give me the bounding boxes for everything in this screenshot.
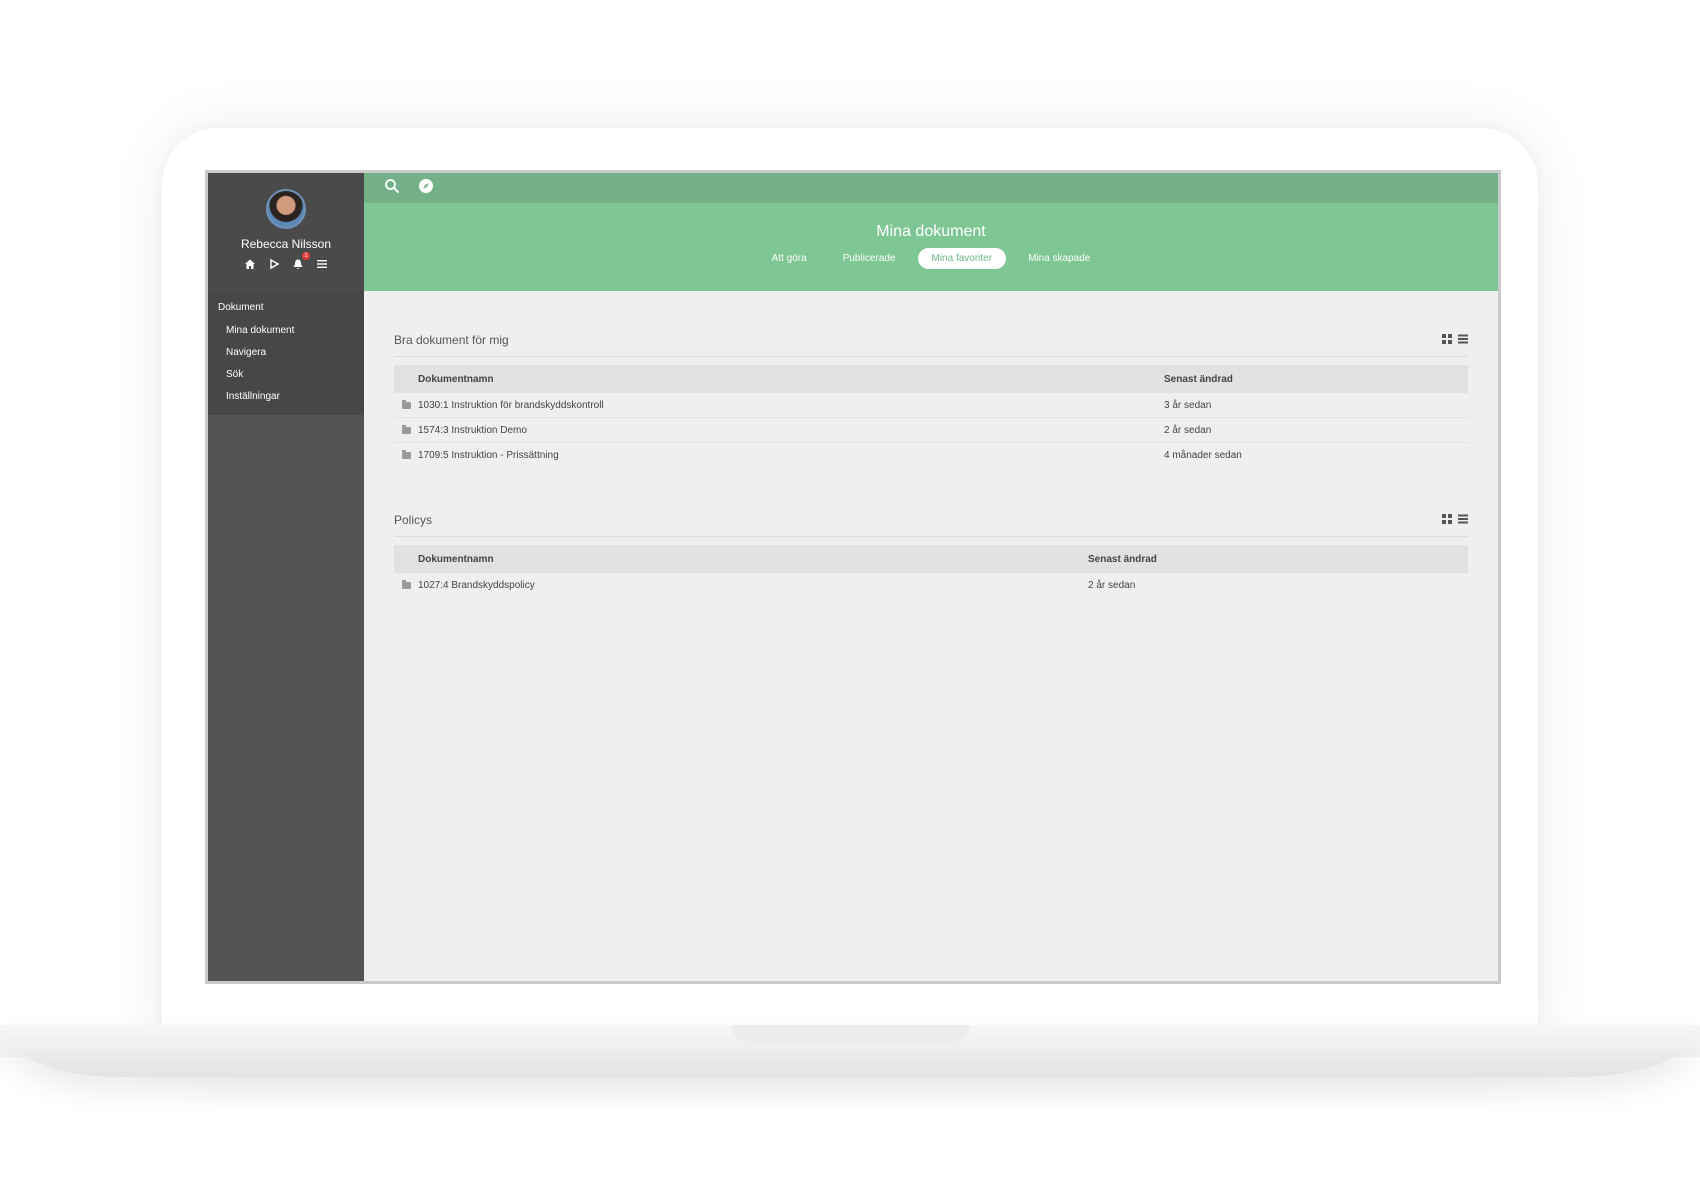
folder-icon [401, 399, 411, 409]
doc-modified: 3 år sedan [1164, 399, 1212, 411]
grid-view-icon[interactable] [1442, 331, 1452, 349]
section-header: Bra dokument för mig [394, 331, 1468, 357]
content: Bra dokument för mig Dokumentnamn Senast… [364, 291, 1498, 597]
table-body: 1030:1 Instruktion för brandskyddskontro… [394, 393, 1468, 467]
nav-section-dokument: Dokument Mina dokument Navigera Sök Inst… [208, 291, 364, 415]
column-header-modified[interactable]: Senast ändrad [1088, 554, 1157, 565]
main-area: Mina dokument Att göra Publicerade Mina … [364, 173, 1498, 981]
column-header-name[interactable]: Dokumentnamn [418, 554, 1088, 565]
doc-name[interactable]: 1027:4 Brandskyddspolicy [418, 580, 1088, 591]
table-header: Dokumentnamn Senast ändrad [394, 365, 1468, 393]
section-bra-dokument: Bra dokument för mig Dokumentnamn Senast… [394, 331, 1468, 467]
view-toggle [1442, 511, 1468, 529]
folder-icon [401, 579, 411, 589]
tab-bar: Att göra Publicerade Mina favoriter Mina… [758, 248, 1105, 269]
section-header: Policys [394, 511, 1468, 537]
tab-publicerade[interactable]: Publicerade [829, 248, 910, 269]
tab-att-gora[interactable]: Att göra [758, 248, 821, 269]
doc-modified: 4 månader sedan [1164, 449, 1242, 461]
play-icon[interactable] [267, 257, 281, 271]
nav-section-title[interactable]: Dokument [208, 299, 364, 321]
top-toolbar [364, 173, 1498, 203]
sidebar-item-navigera[interactable]: Navigera [208, 343, 364, 365]
table-row[interactable]: 1709:5 Instruktion - Prissättning 4 måna… [394, 443, 1468, 467]
profile-panel: Rebecca Nilsson 1 [208, 173, 364, 291]
doc-name[interactable]: 1030:1 Instruktion för brandskyddskontro… [418, 400, 1164, 411]
tab-mina-skapade[interactable]: Mina skapade [1014, 248, 1104, 269]
column-header-modified[interactable]: Senast ändrad [1164, 374, 1233, 385]
user-name: Rebecca Nilsson [240, 237, 332, 251]
compass-icon[interactable] [418, 178, 434, 199]
menu-icon[interactable] [315, 257, 329, 271]
column-header-name[interactable]: Dokumentnamn [418, 374, 1164, 385]
list-view-icon[interactable] [1458, 331, 1468, 349]
bell-icon[interactable]: 1 [291, 252, 310, 271]
view-toggle [1442, 331, 1468, 349]
avatar[interactable] [266, 189, 306, 229]
table-header: Dokumentnamn Senast ändrad [394, 545, 1468, 573]
folder-icon [401, 449, 411, 459]
table-body: 1027:4 Brandskyddspolicy 2 år sedan [394, 573, 1468, 597]
table-row[interactable]: 1574:3 Instruktion Demo 2 år sedan [394, 418, 1468, 443]
table-row[interactable]: 1030:1 Instruktion för brandskyddskontro… [394, 393, 1468, 418]
folder-icon [401, 424, 411, 434]
section-title: Bra dokument för mig [394, 333, 509, 347]
notification-badge: 1 [302, 252, 310, 260]
page-header: Mina dokument Att göra Publicerade Mina … [364, 203, 1498, 291]
grid-view-icon[interactable] [1442, 511, 1452, 529]
section-title: Policys [394, 513, 433, 527]
home-icon[interactable] [243, 257, 257, 271]
profile-icons: 1 [243, 252, 329, 271]
doc-name[interactable]: 1709:5 Instruktion - Prissättning [418, 450, 1164, 461]
page-title: Mina dokument [876, 223, 986, 240]
section-policys: Policys Dokumentnamn Senast ändrad 1027:… [394, 511, 1468, 597]
sidebar: Rebecca Nilsson 1 Dokument Mina dokument… [208, 173, 364, 981]
sidebar-item-sok[interactable]: Sök [208, 365, 364, 387]
tab-mina-favoriter[interactable]: Mina favoriter [917, 248, 1007, 269]
search-icon[interactable] [384, 178, 400, 199]
doc-modified: 2 år sedan [1088, 579, 1136, 591]
table-row[interactable]: 1027:4 Brandskyddspolicy 2 år sedan [394, 573, 1468, 597]
sidebar-item-mina-dokument[interactable]: Mina dokument [208, 321, 364, 343]
sidebar-item-installningar[interactable]: Inställningar [208, 387, 364, 409]
doc-modified: 2 år sedan [1164, 424, 1212, 436]
list-view-icon[interactable] [1458, 511, 1468, 529]
doc-name[interactable]: 1574:3 Instruktion Demo [418, 425, 1164, 436]
app-screen: Rebecca Nilsson 1 Dokument Mina dokument… [205, 170, 1501, 984]
laptop-notch [732, 1025, 970, 1043]
